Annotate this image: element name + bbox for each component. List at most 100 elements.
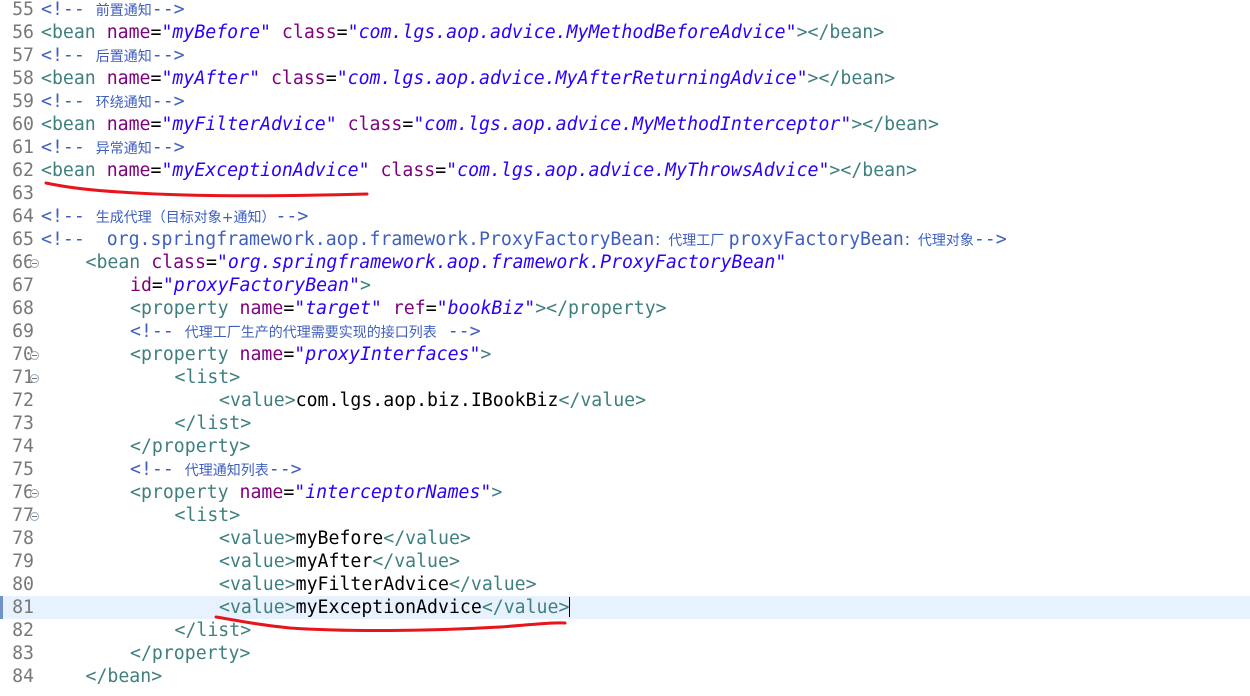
line-number: 75 [12, 459, 34, 480]
code-text[interactable]: <!-- 前置通知--> [41, 0, 185, 23]
code-line-69[interactable]: 69 <!-- 代理工厂生产的代理需要实现的接口列表 --> [0, 320, 1250, 343]
token-cmt-cn: ：代理工厂 [654, 233, 729, 249]
code-text[interactable]: <value>myFilterAdvice</value> [219, 573, 537, 596]
token-val: "com.lgs.aop.advice.MyMethodInterceptor" [413, 114, 852, 135]
fold-collapse-icon[interactable] [30, 512, 39, 521]
token-attr: name [106, 22, 151, 43]
line-number: 66 [12, 252, 34, 273]
code-line-82[interactable]: 82 </list> [0, 619, 1250, 642]
token-tag: </bean> [85, 666, 163, 687]
code-text[interactable]: <list> [175, 366, 241, 389]
fold-collapse-icon[interactable] [30, 351, 39, 360]
code-line-64[interactable]: 64 <!-- 生成代理（目标对象+通知）--> [0, 205, 1250, 228]
token-cmt: --> [151, 45, 185, 66]
code-text[interactable]: <value>myAfter</value> [219, 550, 460, 573]
token-cmt-cn: 生成代理（目标对象+通知） [95, 210, 276, 226]
code-line-75[interactable]: 75 <!-- 代理通知列表--> [0, 458, 1250, 481]
code-text[interactable]: </list> [175, 619, 252, 642]
code-line-77[interactable]: 77 <list> [0, 504, 1250, 527]
code-text[interactable]: <!-- 异常通知--> [41, 136, 185, 161]
code-text[interactable]: </list> [175, 412, 252, 435]
line-number: 62 [12, 160, 34, 181]
token-tag: <property [130, 298, 240, 319]
token-cmt: <!-- [41, 45, 96, 66]
code-line-58[interactable]: 58 <bean name="myAfter" class="com.lgs.ao… [0, 67, 1250, 90]
code-line-65[interactable]: 65 <!-- org.springframework.aop.framework… [0, 228, 1250, 251]
fold-collapse-icon[interactable] [30, 259, 39, 268]
code-line-78[interactable]: 78 <value>myBefore</value> [0, 527, 1250, 550]
code-line-61[interactable]: 61 <!-- 异常通知--> [0, 136, 1250, 159]
token-cmt: <!-- [41, 206, 96, 227]
code-line-56[interactable]: 56 <bean name="myBefore" class="com.lgs.a… [0, 21, 1250, 44]
token-tag: </value> [448, 574, 537, 595]
line-number: 65 [12, 229, 34, 250]
token-eq: = [283, 344, 295, 365]
code-text[interactable]: <!-- 代理通知列表--> [130, 458, 302, 483]
token-tag: </property> [130, 436, 251, 457]
line-number: 55 [12, 0, 34, 20]
code-text[interactable]: <!-- 代理工厂生产的代理需要实现的接口列表 --> [130, 320, 481, 345]
code-text[interactable]: <bean name="myFilterAdvice" class="com.l… [41, 113, 939, 136]
code-text[interactable]: <value>myExceptionAdvice</value> [219, 596, 569, 619]
code-line-79[interactable]: 79 <value>myAfter</value> [0, 550, 1250, 573]
code-line-71[interactable]: 71 <list> [0, 366, 1250, 389]
code-text[interactable]: id="proxyFactoryBean"> [130, 274, 371, 297]
token-tag: </value> [481, 597, 570, 618]
code-text[interactable]: <list> [175, 504, 241, 527]
code-line-74[interactable]: 74 </property> [0, 435, 1250, 458]
code-text[interactable]: <property name="target" ref="bookBiz"></… [130, 297, 667, 320]
token-eq: = [435, 160, 447, 181]
code-text[interactable]: <!-- 生成代理（目标对象+通知）--> [41, 205, 308, 230]
line-number: 67 [12, 275, 34, 296]
code-text[interactable]: </property> [130, 642, 250, 665]
code-line-63[interactable]: 63 [0, 182, 1250, 205]
token-tag: </value> [383, 528, 471, 549]
code-text[interactable]: <property name="proxyInterfaces"> [130, 343, 491, 366]
code-text[interactable]: </property> [130, 435, 250, 458]
code-text[interactable]: <bean name="myAfter" class="com.lgs.aop.… [41, 67, 895, 90]
code-editor[interactable]: 55 <!-- 前置通知--> 56 <bean name="myBefore" cl… [0, 0, 1250, 696]
line-number: 71 [12, 367, 34, 388]
code-text[interactable]: <value>myBefore</value> [219, 527, 471, 550]
code-text[interactable]: <!-- org.springframework.aop.framework.P… [41, 228, 1007, 253]
code-line-70[interactable]: 70 <property name="proxyInterfaces"> [0, 343, 1250, 366]
code-line-73[interactable]: 73 </list> [0, 412, 1250, 435]
token-txt: myAfter [295, 551, 373, 572]
token-cmt: --> [151, 91, 185, 112]
token-cmt-cn: 代理工厂生产的代理需要实现的接口列表 [184, 325, 437, 341]
token-cmt: <!-- org.springframework.aop.framework.P… [41, 229, 655, 250]
token-tag: </property> [130, 643, 251, 664]
code-line-55[interactable]: 55 <!-- 前置通知--> [0, 0, 1250, 21]
code-text[interactable]: <!-- 后置通知--> [41, 44, 185, 69]
code-line-76[interactable]: 76 <property name="interceptorNames"> [0, 481, 1250, 504]
fold-collapse-icon[interactable] [30, 374, 39, 383]
token-val: "myBefore" [161, 22, 271, 43]
code-text[interactable]: <value>com.lgs.aop.biz.IBookBiz</value> [219, 389, 646, 412]
code-line-62[interactable]: 62 <bean name="myExceptionAdvice" class="… [0, 159, 1250, 182]
code-text[interactable]: </bean> [86, 665, 163, 688]
code-line-81[interactable]: 81 <value>myExceptionAdvice</value> [0, 596, 1250, 619]
code-line-80[interactable]: 80 <value>myFilterAdvice</value> [0, 573, 1250, 596]
code-line-66[interactable]: 66 <bean class="org.springframework.aop.f… [0, 251, 1250, 274]
code-line-59[interactable]: 59 <!-- 环绕通知--> [0, 90, 1250, 113]
code-line-67[interactable]: 67 id="proxyFactoryBean"> [0, 274, 1250, 297]
code-line-72[interactable]: 72 <value>com.lgs.aop.biz.IBookBiz</value… [0, 389, 1250, 412]
code-text[interactable]: <bean name="myBefore" class="com.lgs.aop… [41, 21, 884, 44]
token-tag: <value> [219, 574, 296, 595]
line-number: 74 [12, 436, 34, 457]
code-text[interactable]: <!-- 环绕通知--> [41, 90, 185, 115]
code-text[interactable]: <bean class="org.springframework.aop.fra… [86, 251, 787, 274]
code-line-60[interactable]: 60 <bean name="myFilterAdvice" class="com… [0, 113, 1250, 136]
code-line-84[interactable]: 84 </bean> [0, 665, 1250, 688]
code-line-68[interactable]: 68 <property name="target" ref="bookBiz">… [0, 297, 1250, 320]
code-line-57[interactable]: 57 <!-- 后置通知--> [0, 44, 1250, 67]
code-text[interactable]: <bean name="myExceptionAdvice" class="co… [41, 159, 917, 182]
token-cmt-cn: 异常通知 [95, 141, 152, 157]
fold-collapse-icon[interactable] [30, 489, 39, 498]
token-tag: ></bean> [829, 160, 918, 181]
code-text[interactable]: <property name="interceptorNames"> [130, 481, 502, 504]
token-txt: myBefore [295, 528, 384, 549]
token-tag: ></bean> [851, 114, 939, 135]
code-line-83[interactable]: 83 </property> [0, 642, 1250, 665]
